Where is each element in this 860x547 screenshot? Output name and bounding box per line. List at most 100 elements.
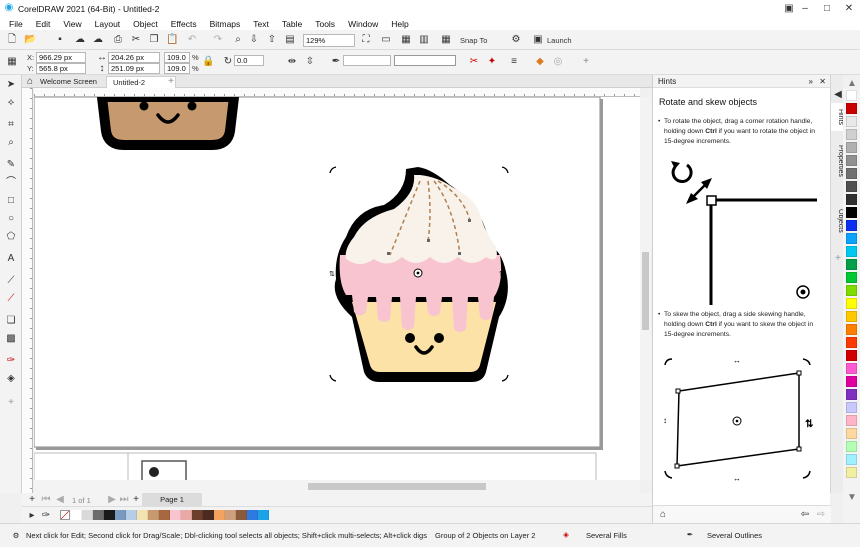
copy-icon[interactable]: ❐ — [148, 34, 160, 46]
menu-bitmaps[interactable]: Bitmaps — [210, 19, 241, 29]
pen-outline-icon[interactable]: ✒ — [330, 56, 342, 68]
mirror-horizontal-icon[interactable]: ⇹ — [286, 56, 298, 68]
hints-forward-icon[interactable]: ⇨ — [815, 509, 827, 521]
scale-height-field[interactable]: 109.0 — [164, 63, 190, 74]
print-icon[interactable]: ⎙ — [112, 34, 124, 46]
document-palette-swatch[interactable] — [115, 510, 126, 520]
color-palette-swatch[interactable] — [846, 298, 857, 309]
break-apart-icon[interactable]: ✂ — [468, 56, 480, 68]
color-palette-swatch[interactable] — [846, 220, 857, 231]
menu-object[interactable]: Object — [133, 19, 158, 29]
color-palette-swatch[interactable] — [846, 324, 857, 335]
color-palette-swatch[interactable] — [846, 259, 857, 270]
color-palette-swatch[interactable] — [846, 142, 857, 153]
rotation-field[interactable]: 0.0 — [234, 55, 264, 66]
document-palette-menu-icon[interactable]: ▸ — [26, 510, 38, 522]
menu-tools[interactable]: Tools — [315, 19, 335, 29]
cloud-upload-icon[interactable]: ☁ — [74, 34, 86, 46]
color-palette-swatch[interactable] — [846, 402, 857, 413]
minimize-button[interactable]: – — [794, 0, 816, 17]
text-tool-icon[interactable]: A — [5, 253, 17, 265]
quick-customize-icon[interactable]: ◎ — [552, 56, 564, 68]
cloud-download-icon[interactable]: ☁ — [92, 34, 104, 46]
color-palette-swatch[interactable] — [846, 428, 857, 439]
menu-file[interactable]: File — [9, 19, 23, 29]
guidelines-icon[interactable]: ▦ — [440, 34, 452, 46]
color-palette-swatch[interactable] — [846, 103, 857, 114]
document-palette-swatch[interactable] — [170, 510, 181, 520]
hints-back-icon[interactable]: ⇦ — [799, 509, 811, 521]
no-color-swatch-icon[interactable] — [60, 510, 70, 520]
color-palette-swatch[interactable] — [846, 168, 857, 179]
document-palette-swatch[interactable] — [247, 510, 258, 520]
document-palette-swatch[interactable] — [203, 510, 214, 520]
shape-tool-icon[interactable]: ⟡ — [5, 97, 17, 109]
convert-icon[interactable]: ✦ — [486, 56, 498, 68]
scale-width-field[interactable]: 109.0 — [164, 52, 190, 63]
menu-window[interactable]: Window — [348, 19, 378, 29]
freehand-tool-icon[interactable]: ✎ — [5, 159, 17, 171]
menu-help[interactable]: Help — [391, 19, 408, 29]
color-palette-swatch[interactable] — [846, 415, 857, 426]
paste-icon[interactable]: 📋 — [166, 34, 178, 46]
color-palette-swatch[interactable] — [846, 337, 857, 348]
color-palette-swatch[interactable] — [846, 363, 857, 374]
blend-tool-icon[interactable]: ⟋ — [5, 293, 17, 305]
grid-icon[interactable]: ▦ — [400, 34, 412, 46]
panel-options-icon[interactable]: » — [809, 75, 813, 88]
outline-indicator-icon[interactable]: ✒ — [684, 529, 696, 541]
close-button[interactable]: ✕ — [838, 0, 860, 17]
color-palette-swatch[interactable] — [846, 311, 857, 322]
palette-up-icon[interactable]: ▲ — [846, 78, 858, 90]
palette-down-icon[interactable]: ▼ — [846, 492, 858, 504]
add-tool-icon[interactable]: + — [5, 397, 17, 409]
rulers-icon[interactable]: ▥ — [418, 34, 430, 46]
export-pdf-icon[interactable]: ▤ — [284, 34, 296, 46]
eyedropper-icon[interactable]: ✑ — [40, 510, 52, 522]
eyedropper-tool-icon[interactable]: ✑ — [5, 355, 17, 367]
color-palette-swatch[interactable] — [846, 350, 857, 361]
shadow-tool-icon[interactable]: ❏ — [5, 315, 17, 327]
undo-icon[interactable]: ↶ — [186, 34, 198, 46]
launch-dropdown[interactable]: Launch — [547, 36, 572, 45]
horizontal-ruler[interactable] — [34, 88, 640, 97]
horizontal-scrollbar[interactable] — [34, 480, 640, 493]
redo-icon[interactable]: ↷ — [212, 34, 224, 46]
document-palette-swatch[interactable] — [71, 510, 82, 520]
menu-table[interactable]: Table — [282, 19, 302, 29]
launch-icon[interactable]: ▣ — [532, 34, 544, 46]
document-palette-swatch[interactable] — [181, 510, 192, 520]
wrap-text-icon[interactable]: ≡ — [508, 56, 520, 68]
settings-gear-icon[interactable]: ⚙ — [510, 34, 522, 46]
horizontal-scroll-thumb[interactable] — [308, 483, 486, 490]
mirror-vertical-icon[interactable]: ⇳ — [304, 56, 316, 68]
document-palette-swatch[interactable] — [214, 510, 225, 520]
crop-tool-icon[interactable]: ⌗ — [5, 119, 17, 131]
snap-to-dropdown[interactable]: Snap To — [460, 36, 487, 45]
hints-home-icon[interactable]: ⌂ — [657, 509, 669, 521]
cut-icon[interactable]: ✂ — [130, 34, 142, 46]
color-palette-swatch[interactable] — [846, 467, 857, 478]
export-icon[interactable]: ⇧ — [266, 34, 278, 46]
add-page-before-icon[interactable]: + — [26, 494, 38, 506]
open-icon[interactable]: 📂 — [24, 34, 36, 46]
page-size-icon[interactable]: ▦ — [6, 56, 18, 68]
vertical-ruler[interactable] — [22, 88, 33, 493]
drawing-canvas[interactable]: ◂▸ ◂▸ ⇅ ⇅ — [34, 97, 640, 480]
document-palette-swatch[interactable] — [192, 510, 203, 520]
height-field[interactable]: 251.09 px — [108, 63, 160, 74]
color-palette-swatch[interactable] — [846, 90, 857, 101]
search-icon[interactable]: ⌕ — [232, 34, 244, 46]
document-palette-swatch[interactable] — [148, 510, 159, 520]
document-palette-swatch[interactable] — [126, 510, 137, 520]
status-settings-icon[interactable]: ⚙ — [10, 530, 22, 542]
menu-text[interactable]: Text — [253, 19, 269, 29]
color-palette-swatch[interactable] — [846, 376, 857, 387]
menu-effects[interactable]: Effects — [171, 19, 197, 29]
pick-tool-icon[interactable]: ➤ — [5, 79, 17, 91]
layers-icon[interactable]: ◆ — [534, 56, 546, 68]
color-palette-swatch[interactable] — [846, 207, 857, 218]
document-palette-swatch[interactable] — [104, 510, 115, 520]
new-tab-icon[interactable]: + — [165, 76, 177, 88]
document-palette-swatch[interactable] — [159, 510, 170, 520]
